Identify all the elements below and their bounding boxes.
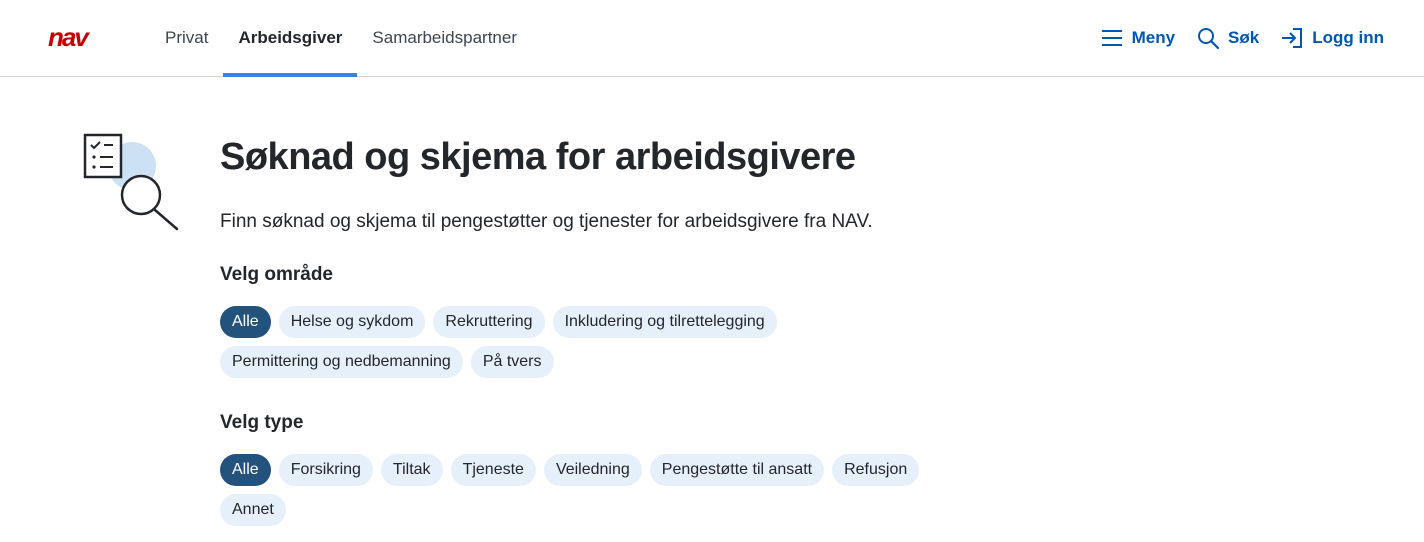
menu-button[interactable]: Meny: [1101, 28, 1175, 48]
svg-text:nav: nav: [48, 26, 90, 48]
search-label: Søk: [1228, 28, 1260, 47]
type-chip-forsikring[interactable]: Forsikring: [278, 454, 373, 486]
area-filter-heading: Velg område: [220, 264, 333, 285]
page-ingress: Finn søknad og skjema til pengestøtter o…: [220, 211, 873, 232]
type-filter-heading: Velg type: [220, 412, 304, 433]
type-chip-tiltak[interactable]: Tiltak: [380, 454, 443, 486]
type-filter-chips: Alle Forsikring Tiltak Tjeneste Veiledni…: [220, 454, 920, 526]
area-chip-helse-og-sykdom[interactable]: Helse og sykdom: [278, 306, 426, 338]
nav-logo[interactable]: nav: [48, 26, 112, 48]
search-icon: [1198, 28, 1220, 49]
area-chip-inkludering[interactable]: Inkludering og tilrettelegging: [552, 306, 777, 338]
tab-arbeidsgiver[interactable]: Arbeidsgiver: [223, 0, 358, 77]
area-chip-pa-tvers[interactable]: På tvers: [470, 346, 554, 378]
checklist-magnifier-illustration: [83, 133, 179, 231]
area-filter-chips: Alle Helse og sykdom Rekruttering Inklud…: [220, 306, 920, 378]
hamburger-icon: [1101, 30, 1122, 46]
area-chip-alle[interactable]: Alle: [220, 306, 271, 338]
tab-privat[interactable]: Privat: [150, 0, 223, 76]
area-chip-rekruttering[interactable]: Rekruttering: [433, 306, 545, 338]
menu-label: Meny: [1131, 28, 1176, 47]
site-header: nav Privat Arbeidsgiver Samarbeidspartne…: [0, 0, 1424, 77]
audience-tabs: Privat Arbeidsgiver Samarbeidspartner: [150, 0, 532, 77]
header-actions: Meny Søk Logg inn: [1101, 0, 1384, 76]
login-icon: [1282, 28, 1303, 48]
login-label: Logg inn: [1312, 28, 1384, 47]
type-chip-alle[interactable]: Alle: [220, 454, 271, 486]
type-chip-tjeneste[interactable]: Tjeneste: [450, 454, 536, 486]
type-chip-refusjon[interactable]: Refusjon: [832, 454, 920, 486]
page-title: Søknad og skjema for arbeidsgivere: [220, 136, 856, 178]
type-chip-pengestotte[interactable]: Pengestøtte til ansatt: [649, 454, 825, 486]
login-button[interactable]: Logg inn: [1281, 27, 1384, 49]
type-chip-annet[interactable]: Annet: [220, 494, 286, 526]
search-button[interactable]: Søk: [1197, 27, 1259, 49]
type-chip-veiledning[interactable]: Veiledning: [543, 454, 642, 486]
tab-samarbeidspartner[interactable]: Samarbeidspartner: [357, 0, 532, 76]
area-chip-permittering[interactable]: Permittering og nedbemanning: [220, 346, 463, 378]
